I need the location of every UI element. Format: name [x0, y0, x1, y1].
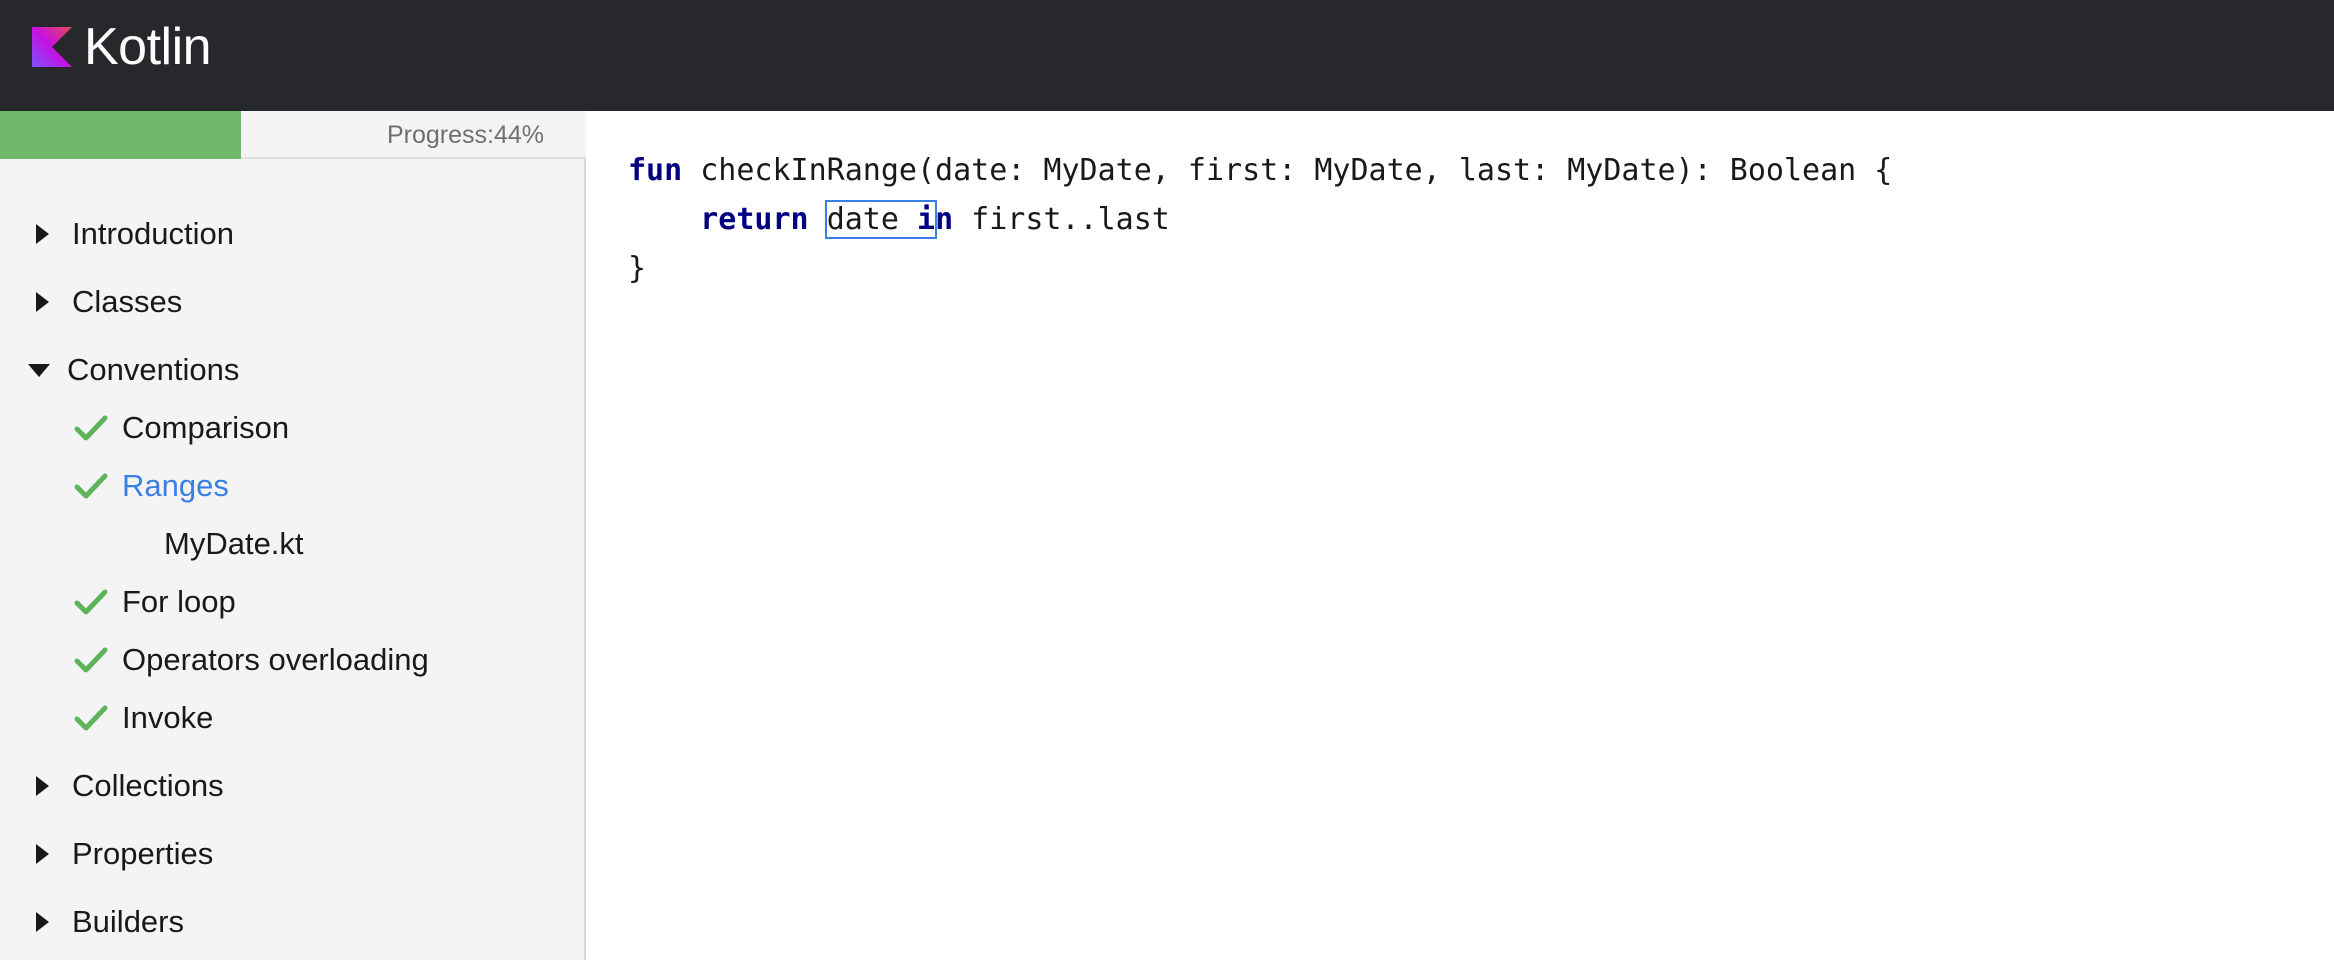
- progress-label: Progress:44%: [386, 121, 544, 149]
- expand-arrow-icon: [36, 844, 49, 864]
- sidebar-item-invoke[interactable]: Invoke: [74, 696, 213, 740]
- code-editor[interactable]: fun checkInRange(date: MyDate, first: My…: [588, 111, 2334, 960]
- sidebar-item-label: Conventions: [67, 352, 240, 387]
- code-line-2: return date in first..last: [628, 195, 1892, 244]
- sidebar-item-label: Classes: [72, 284, 183, 319]
- sidebar-item-for-loop[interactable]: For loop: [74, 580, 236, 624]
- sidebar-item-label: Operators overloading: [122, 642, 429, 677]
- sidebar-item-operators-overloading[interactable]: Operators overloading: [74, 638, 429, 682]
- code-content[interactable]: fun checkInRange(date: MyDate, first: My…: [628, 146, 1892, 293]
- code-keyword: i: [917, 202, 936, 237]
- sidebar-item-label: Introduction: [72, 216, 234, 251]
- sidebar-item-classes[interactable]: Classes: [32, 280, 182, 324]
- expand-arrow-icon: [36, 292, 49, 312]
- code-line-1: fun checkInRange(date: MyDate, first: My…: [628, 146, 1892, 195]
- selected-text[interactable]: date i: [824, 200, 938, 239]
- progress-bar: Progress:44%: [0, 111, 586, 159]
- code-text: first..last: [953, 202, 1170, 237]
- sidebar-item-properties[interactable]: Properties: [32, 832, 213, 876]
- checkmark-icon: [74, 589, 108, 615]
- expand-arrow-icon: [36, 776, 49, 796]
- code-keyword: n: [935, 202, 954, 237]
- code-text: checkInRange(date: MyDate, first: MyDate…: [682, 153, 1893, 188]
- progress-fill: [0, 111, 241, 159]
- sidebar-item-label: Invoke: [122, 700, 214, 735]
- checkmark-icon: [74, 473, 108, 499]
- expand-arrow-icon: [36, 912, 49, 932]
- sidebar-item-conventions[interactable]: Conventions: [28, 348, 239, 392]
- sidebar-item-label: Properties: [72, 836, 214, 871]
- top-bar: Kotlin: [0, 0, 2334, 111]
- sidebar-item-collections[interactable]: Collections: [32, 764, 224, 808]
- sidebar-item-builders[interactable]: Builders: [32, 900, 184, 944]
- kotlin-logo[interactable]: Kotlin: [32, 18, 212, 76]
- code-line-3: }: [628, 244, 1892, 293]
- sidebar-item-comparison[interactable]: Comparison: [74, 406, 289, 450]
- code-text: date: [826, 202, 917, 237]
- checkmark-icon: [74, 415, 108, 441]
- sidebar-item-label: Comparison: [122, 410, 290, 445]
- sidebar-item-label: For loop: [122, 584, 236, 619]
- sidebar-item-label: Ranges: [122, 468, 229, 503]
- kotlin-logo-icon: [32, 27, 72, 67]
- checkmark-icon: [74, 647, 108, 673]
- sidebar-item-introduction[interactable]: Introduction: [32, 212, 234, 256]
- expand-arrow-icon: [36, 224, 49, 244]
- code-keyword: fun: [628, 153, 683, 188]
- sidebar-item-label: Builders: [72, 904, 184, 939]
- sidebar-item-ranges[interactable]: Ranges: [74, 464, 229, 508]
- course-sidebar: Progress:44% Introduction Classes Conven…: [0, 111, 586, 960]
- sidebar-file-label: MyDate.kt: [164, 526, 304, 561]
- code-keyword: return: [700, 202, 809, 237]
- collapse-arrow-icon: [28, 363, 50, 377]
- checkmark-icon: [74, 705, 108, 731]
- sidebar-file-mydate[interactable]: MyDate.kt: [164, 522, 304, 566]
- brand-name: Kotlin: [84, 18, 212, 76]
- sidebar-item-label: Collections: [72, 768, 224, 803]
- code-text: }: [628, 251, 647, 286]
